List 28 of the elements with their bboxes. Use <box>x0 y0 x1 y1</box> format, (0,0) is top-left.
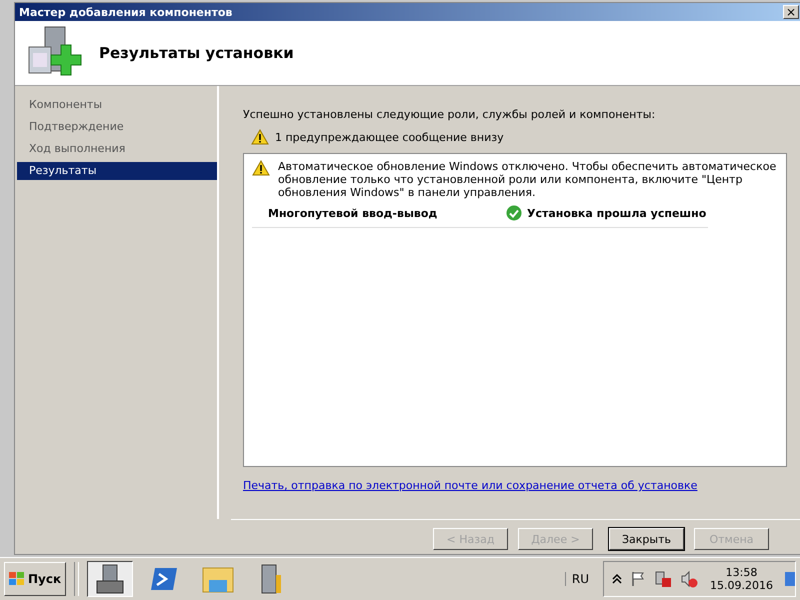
warning-icon <box>251 129 269 145</box>
close-button[interactable]: × <box>783 5 799 19</box>
success-check-icon <box>506 205 522 221</box>
network-icon[interactable] <box>654 570 672 588</box>
clock-date: 15.09.2016 <box>710 579 773 592</box>
intro-text: Успешно установлены следующие роли, службы ролей и компоненты: <box>243 108 656 121</box>
wizard-step: Компоненты <box>17 96 217 114</box>
powershell-icon <box>149 566 180 592</box>
start-button[interactable]: Пуск <box>4 562 66 596</box>
server-taskbar-button[interactable] <box>87 561 134 597</box>
flag-icon[interactable] <box>630 571 646 587</box>
report-link[interactable]: Печать, отправка по электронной почте или сохранение отчета об установке <box>243 479 698 492</box>
language-indicator[interactable]: RU <box>564 572 596 586</box>
wizard-button[interactable]: Закрыть <box>609 528 684 550</box>
warning-summary: 1 предупреждающее сообщение внизу <box>275 130 504 144</box>
warning-icon <box>252 160 270 176</box>
wizard-step: Ход выполнения <box>17 140 217 158</box>
show-hidden-icons[interactable] <box>612 573 622 585</box>
speaker-muted-icon[interactable] <box>680 570 698 588</box>
wizard-step: Результаты <box>17 162 217 180</box>
component-name: Многопутевой ввод-вывод <box>268 206 438 220</box>
install-status: Установка прошла успешно <box>527 206 706 220</box>
window-title: Мастер добавления компонентов <box>19 6 232 18</box>
warning-message: Автоматическое обновление Windows отключено. Чтобы обеспечить автоматическое обновление только что установленной роли или компонента, включите "Центр обновления Windows" в панели управления. <box>278 160 778 199</box>
wizard-step: Подтверждение <box>17 118 217 136</box>
page-heading: Результаты установки <box>99 44 294 62</box>
clock-time: 13:58 <box>726 566 758 579</box>
windows-logo-icon <box>9 572 25 586</box>
